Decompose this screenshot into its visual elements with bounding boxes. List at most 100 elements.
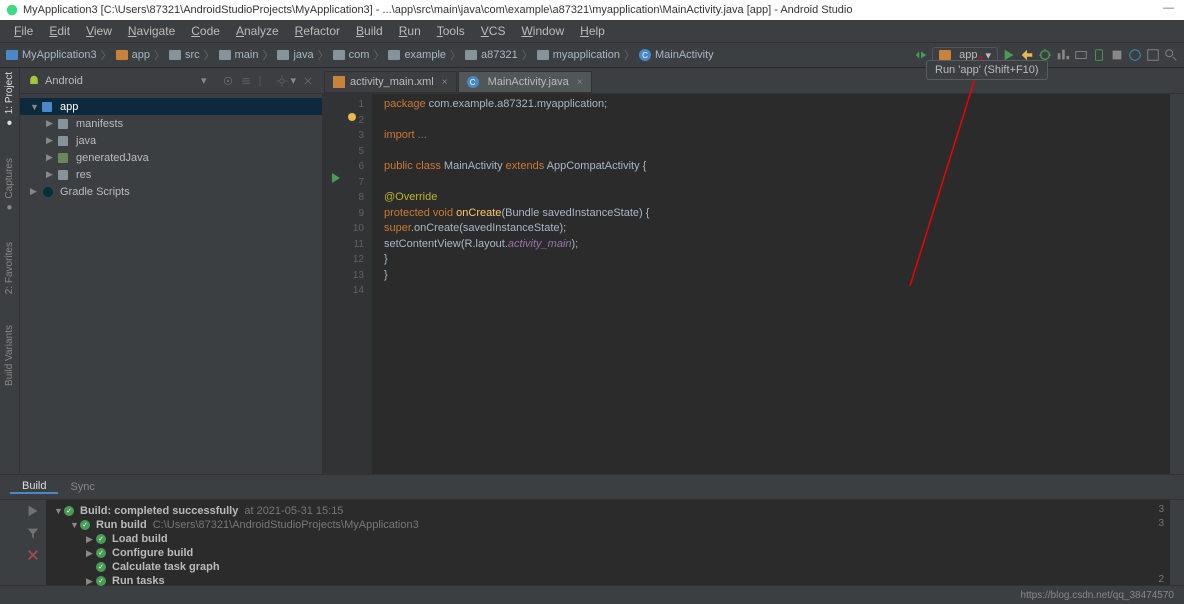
menu-navigate[interactable]: Navigate (120, 24, 183, 38)
tool-favorites[interactable]: 2: Favorites (4, 242, 15, 294)
tab-activity_main-xml[interactable]: activity_main.xml× (324, 71, 457, 93)
chevron-right-icon: 〉 (624, 47, 635, 63)
right-gutter (1170, 94, 1184, 474)
menu-refactor[interactable]: Refactor (287, 24, 348, 38)
rerun-icon[interactable] (26, 504, 40, 518)
tree-item-res[interactable]: ▶res (20, 166, 322, 183)
tree-item-manifests[interactable]: ▶manifests (20, 115, 322, 132)
breadcrumb-item[interactable]: a87321 (465, 49, 518, 61)
breadcrumb-item[interactable]: example (388, 49, 446, 61)
breadcrumb-item[interactable]: app (116, 49, 150, 61)
window-controls[interactable]: — (1163, 2, 1174, 14)
bottom-tab-sync[interactable]: Sync (58, 481, 106, 493)
build-row[interactable]: ▶✓Load build (46, 532, 1150, 546)
bulb-icon[interactable] (346, 112, 358, 124)
chevron-right-icon: 〉 (522, 47, 533, 63)
menu-edit[interactable]: Edit (41, 24, 78, 38)
build-row[interactable]: ▶✓Run tasks (46, 574, 1150, 588)
avd-icon[interactable] (1092, 48, 1106, 62)
tool-captures[interactable]: ● Captures (4, 158, 15, 212)
tree-item-app[interactable]: ▼app (20, 98, 322, 115)
hide-icon[interactable] (302, 75, 314, 87)
code-editor[interactable]: package com.example.a87321.myapplication… (372, 94, 1170, 474)
tree-item-gradlescripts[interactable]: ▶Gradle Scripts (20, 183, 322, 200)
tool-project[interactable]: ● 1: Project (4, 72, 15, 128)
breadcrumb-item[interactable]: main (219, 49, 259, 61)
menu-analyze[interactable]: Analyze (228, 24, 287, 38)
build-tree[interactable]: ▼✓Build: completed successfullyat 2021-0… (46, 500, 1150, 585)
menu-file[interactable]: File (6, 24, 41, 38)
breadcrumb-item[interactable]: MyApplication3 (6, 49, 97, 61)
bottom-tab-build[interactable]: Build (10, 480, 58, 494)
line-number: 10 (322, 221, 364, 237)
sync-icon[interactable] (1128, 48, 1142, 62)
main-area: ● 1: Project ● Captures 2: Favorites Build … (0, 68, 1184, 474)
close-icon[interactable]: × (442, 77, 448, 88)
line-number: 7 (322, 175, 364, 191)
build-row[interactable]: ▼✓Build: completed successfullyat 2021-0… (46, 504, 1150, 518)
editor-area: activity_main.xml×CMainActivity.java× 12… (322, 68, 1184, 474)
code-line: setContentView(R.layout.activity_main); (384, 237, 1170, 253)
breadcrumb-item[interactable]: CMainActivity (639, 49, 714, 61)
menu-vcs[interactable]: VCS (473, 24, 514, 38)
menu-help[interactable]: Help (572, 24, 613, 38)
profile-icon[interactable] (1056, 48, 1070, 62)
line-gutter[interactable]: 123567891011121314 (322, 94, 372, 474)
code-line: import ... (384, 128, 1170, 144)
menu-tools[interactable]: Tools (429, 24, 473, 38)
line-number: 3 (322, 128, 364, 144)
attach-icon[interactable] (1074, 48, 1088, 62)
run-gutter-icon[interactable] (330, 172, 342, 184)
folder-icon (465, 50, 477, 60)
sdk-icon[interactable] (1146, 48, 1160, 62)
status-ok-icon: ✓ (96, 548, 106, 558)
dropdown-icon[interactable]: ▾ (290, 74, 296, 87)
stop-icon[interactable] (1110, 48, 1124, 62)
close-icon[interactable] (26, 548, 40, 562)
collapse-icon[interactable] (240, 75, 252, 87)
dropdown-icon[interactable]: ▾ (201, 74, 207, 87)
breadcrumb-item[interactable]: src (169, 49, 200, 61)
folder-icon (537, 50, 549, 60)
left-tool-strip: ● 1: Project ● Captures 2: Favorites Build … (0, 68, 20, 474)
menu-bar: FileEditViewNavigateCodeAnalyzeRefactorB… (0, 20, 1184, 42)
project-mode[interactable]: Android (45, 75, 201, 87)
tool-buildvariants[interactable]: Build Variants (4, 325, 15, 386)
breadcrumb-item[interactable]: com (333, 49, 370, 61)
build-dim-text: at 2021-05-31 15:15 (244, 505, 343, 517)
menu-run[interactable]: Run (391, 24, 429, 38)
code-line (384, 175, 1170, 191)
build-row[interactable]: ✓Calculate task graph (46, 560, 1150, 574)
menu-code[interactable]: Code (183, 24, 228, 38)
code-line (384, 144, 1170, 160)
build-durations: 332 (1150, 500, 1170, 585)
build-row[interactable]: ▶✓Configure build (46, 546, 1150, 560)
breadcrumb-item[interactable]: java (277, 49, 313, 61)
class-icon: C (639, 49, 651, 61)
tab-MainActivity-java[interactable]: CMainActivity.java× (458, 71, 592, 93)
menu-view[interactable]: View (78, 24, 120, 38)
status-ok-icon: ✓ (80, 520, 90, 530)
filter-icon[interactable] (26, 526, 40, 540)
module-icon (939, 50, 951, 60)
target-icon[interactable] (222, 75, 234, 87)
bottom-tool-tabs: BuildSync (0, 474, 1184, 499)
menu-build[interactable]: Build (348, 24, 391, 38)
duration (1156, 560, 1164, 574)
menu-window[interactable]: Window (513, 24, 572, 38)
chevron-right-icon: 〉 (204, 47, 215, 63)
app-icon (6, 4, 18, 16)
build-text: Run tasks (112, 575, 165, 587)
gear-icon[interactable] (276, 75, 288, 87)
breadcrumb-item[interactable]: myapplication (537, 49, 620, 61)
project-tree[interactable]: ▼app▶manifests▶java▶generatedJava▶res▶Gr… (20, 94, 322, 474)
build-row[interactable]: ▼✓Run build C:\Users\87321\AndroidStudio… (46, 518, 1150, 532)
folder-icon (277, 50, 289, 60)
line-number: 13 (322, 268, 364, 284)
breadcrumb[interactable]: MyApplication3〉app〉src〉main〉java〉com〉exa… (6, 47, 914, 63)
tree-item-java[interactable]: ▶java (20, 132, 322, 149)
close-icon[interactable]: × (577, 77, 583, 88)
tree-item-generatedjava[interactable]: ▶generatedJava (20, 149, 322, 166)
search-icon[interactable] (1164, 48, 1178, 62)
project-panel-header: Android ▾ | ▾ (20, 68, 322, 94)
